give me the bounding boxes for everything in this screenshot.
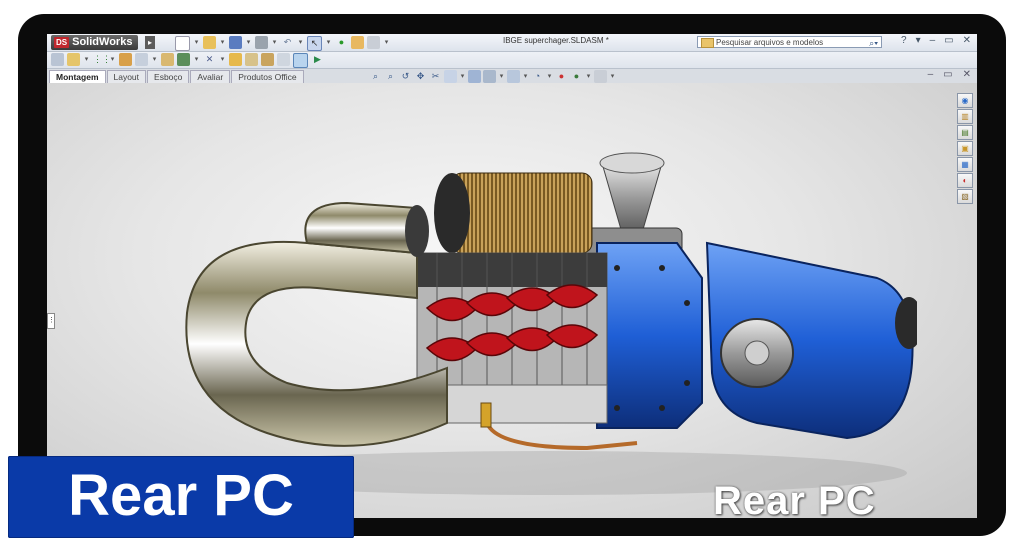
file-properties-icon[interactable] bbox=[351, 36, 364, 49]
tab-layout[interactable]: Layout bbox=[106, 70, 147, 83]
chevron-down-icon[interactable]: ▾ bbox=[245, 36, 252, 49]
chevron-down-icon[interactable]: ▾ bbox=[193, 53, 200, 66]
folder-icon bbox=[701, 38, 714, 48]
menu-expand-icon[interactable]: ▸ bbox=[145, 36, 155, 49]
apply-scene-icon[interactable]: ◔ bbox=[531, 70, 544, 83]
smart-fasteners-icon[interactable] bbox=[119, 53, 132, 66]
chevron-down-icon[interactable]: ▾ bbox=[609, 70, 616, 83]
document-title: IBGE superchager.SLDASM * bbox=[503, 36, 609, 45]
undo-icon[interactable]: ↶ bbox=[281, 36, 294, 49]
insert-component-icon[interactable] bbox=[51, 53, 64, 66]
chevron-down-icon[interactable]: ▾ bbox=[522, 70, 529, 83]
assembly-features-icon[interactable] bbox=[177, 53, 190, 66]
show-hidden-icon[interactable] bbox=[161, 53, 174, 66]
viewport-watermark: Rear PC bbox=[713, 479, 876, 518]
tab-avaliar[interactable]: Avaliar bbox=[190, 70, 231, 83]
file-explorer-icon[interactable]: ▤ bbox=[957, 125, 973, 140]
solidworks-logo[interactable]: DS SolidWorks bbox=[51, 35, 139, 50]
heads-up-view-toolbar: ⌕ ⌕ ↺ ✥ ✂ ▾ ▾ ▾ ◔ ▾ ● ● ▾ ▾ bbox=[369, 70, 616, 83]
window-controls: ? ▾ – ▭ ✕ bbox=[901, 35, 971, 46]
display-style-icon[interactable] bbox=[468, 70, 481, 83]
pan-icon[interactable]: ✥ bbox=[414, 70, 427, 83]
doc-minimize-button[interactable]: – bbox=[928, 69, 934, 80]
chevron-down-icon[interactable]: ▾ bbox=[271, 36, 278, 49]
explode-line-sketch-icon[interactable] bbox=[277, 53, 290, 66]
command-manager-toolbar: ▾ ⋮⋮ ▾ ▾ ▾ ✕ ▾ ▶ bbox=[47, 52, 977, 69]
document-window-controls: – ▭ ✕ bbox=[928, 69, 971, 80]
reference-geometry-icon[interactable]: ✕ bbox=[203, 53, 216, 66]
chevron-down-icon[interactable]: ▾ bbox=[151, 53, 158, 66]
view-palette-icon[interactable]: ▣ bbox=[957, 141, 973, 156]
sw-resources-icon[interactable]: ◉ bbox=[957, 93, 973, 108]
design-library-icon[interactable]: ▥ bbox=[957, 109, 973, 124]
edit-appearance-icon[interactable] bbox=[507, 70, 520, 83]
linear-pattern-icon[interactable]: ⋮⋮ bbox=[93, 53, 111, 66]
hide-show-items-icon[interactable] bbox=[483, 70, 496, 83]
mate-icon[interactable] bbox=[67, 53, 80, 66]
save-icon[interactable] bbox=[229, 36, 242, 49]
chevron-down-icon[interactable]: ▾ bbox=[383, 36, 390, 49]
tab-produtos-office[interactable]: Produtos Office bbox=[231, 70, 304, 83]
chevron-down-icon[interactable]: ▾ bbox=[297, 36, 304, 49]
instant3d-icon[interactable] bbox=[293, 53, 308, 68]
search-input[interactable]: Pesquisar arquivos e modelos ⌕▾ bbox=[697, 36, 882, 48]
view-orientation-icon[interactable] bbox=[444, 70, 457, 83]
previous-view-icon[interactable]: ↺ bbox=[399, 70, 412, 83]
close-button[interactable]: ✕ bbox=[963, 35, 971, 46]
open-folder-icon[interactable] bbox=[203, 36, 216, 49]
speedpak-icon[interactable]: ▶ bbox=[311, 53, 324, 66]
chevron-down-icon[interactable]: ▾ bbox=[459, 70, 466, 83]
minimize-button[interactable]: – bbox=[930, 35, 936, 46]
solidworks-window: DS SolidWorks ▸ ▾ ▾ ▾ ▾ ↶ ▾ ↖ ▾ ● ▾ IBGE … bbox=[47, 34, 977, 518]
command-manager-tabs: Montagem Layout Esboço Avaliar Produtos … bbox=[47, 69, 977, 83]
chevron-down-icon[interactable]: ▾ bbox=[546, 70, 553, 83]
supercharger-model[interactable] bbox=[117, 103, 917, 503]
custom-properties-icon[interactable]: ◐ bbox=[957, 173, 973, 188]
zoom-to-area-icon[interactable]: ⌕ bbox=[384, 70, 397, 83]
task-pane-tabs: ◉ ▥ ▤ ▣ ▦ ◐ ▧ bbox=[957, 93, 973, 204]
chevron-down-icon[interactable]: ▾ bbox=[219, 36, 226, 49]
chevron-down-icon[interactable]: ▾ bbox=[498, 70, 505, 83]
select-icon[interactable]: ↖ bbox=[307, 36, 322, 51]
options-icon[interactable] bbox=[367, 36, 380, 49]
tab-esboco[interactable]: Esboço bbox=[147, 70, 190, 83]
appearance-sphere-icon[interactable]: ● bbox=[555, 70, 568, 83]
chevron-down-icon[interactable]: ▾ bbox=[585, 70, 592, 83]
view-settings-icon[interactable] bbox=[594, 70, 607, 83]
zoom-to-fit-icon[interactable]: ⌕ bbox=[369, 70, 382, 83]
rear-pc-banner: Rear PC bbox=[8, 456, 354, 538]
banner-label: Rear PC bbox=[68, 463, 294, 528]
search-icon[interactable]: ⌕▾ bbox=[869, 37, 878, 49]
chevron-down-icon[interactable]: ▾ bbox=[193, 36, 200, 49]
search-results-icon[interactable]: ▧ bbox=[957, 189, 973, 204]
ds-badge: DS bbox=[54, 37, 70, 48]
print-icon[interactable] bbox=[255, 36, 268, 49]
doc-restore-button[interactable]: ▭ bbox=[943, 69, 952, 80]
section-view-icon[interactable]: ✂ bbox=[429, 70, 442, 83]
quick-access-toolbar: ▾ ▾ ▾ ▾ ↶ ▾ ↖ ▾ ● ▾ bbox=[175, 36, 390, 51]
chevron-down-icon[interactable]: ▾ bbox=[83, 53, 90, 66]
appearances-icon[interactable]: ▦ bbox=[957, 157, 973, 172]
chevron-down-icon[interactable]: ▾ bbox=[219, 53, 226, 66]
help-dropdown-button[interactable]: ▾ bbox=[916, 35, 921, 46]
title-bar: DS SolidWorks ▸ ▾ ▾ ▾ ▾ ↶ ▾ ↖ ▾ ● ▾ IBGE … bbox=[47, 34, 977, 52]
new-motion-study-icon[interactable] bbox=[229, 53, 242, 66]
tab-montagem[interactable]: Montagem bbox=[49, 70, 106, 83]
move-component-icon[interactable] bbox=[135, 53, 148, 66]
search-placeholder: Pesquisar arquivos e modelos bbox=[716, 38, 824, 47]
bill-of-materials-icon[interactable] bbox=[245, 53, 258, 66]
maximize-button[interactable]: ▭ bbox=[944, 35, 953, 46]
help-button[interactable]: ? bbox=[901, 35, 907, 46]
feature-manager-toggle[interactable]: ⋮ bbox=[47, 313, 55, 329]
realview-graphics-icon[interactable]: ● bbox=[570, 70, 583, 83]
exploded-view-icon[interactable] bbox=[261, 53, 274, 66]
chevron-down-icon[interactable]: ▾ bbox=[325, 36, 332, 49]
new-document-icon[interactable] bbox=[175, 36, 190, 51]
graphics-area[interactable]: ⋮ ◉ ▥ ▤ ▣ ▦ ◐ ▧ Rear PC bbox=[47, 83, 977, 518]
app-name: SolidWorks bbox=[72, 36, 133, 48]
rebuild-icon[interactable]: ● bbox=[335, 36, 348, 49]
doc-close-button[interactable]: ✕ bbox=[963, 69, 971, 80]
chevron-down-icon[interactable]: ▾ bbox=[109, 53, 116, 66]
